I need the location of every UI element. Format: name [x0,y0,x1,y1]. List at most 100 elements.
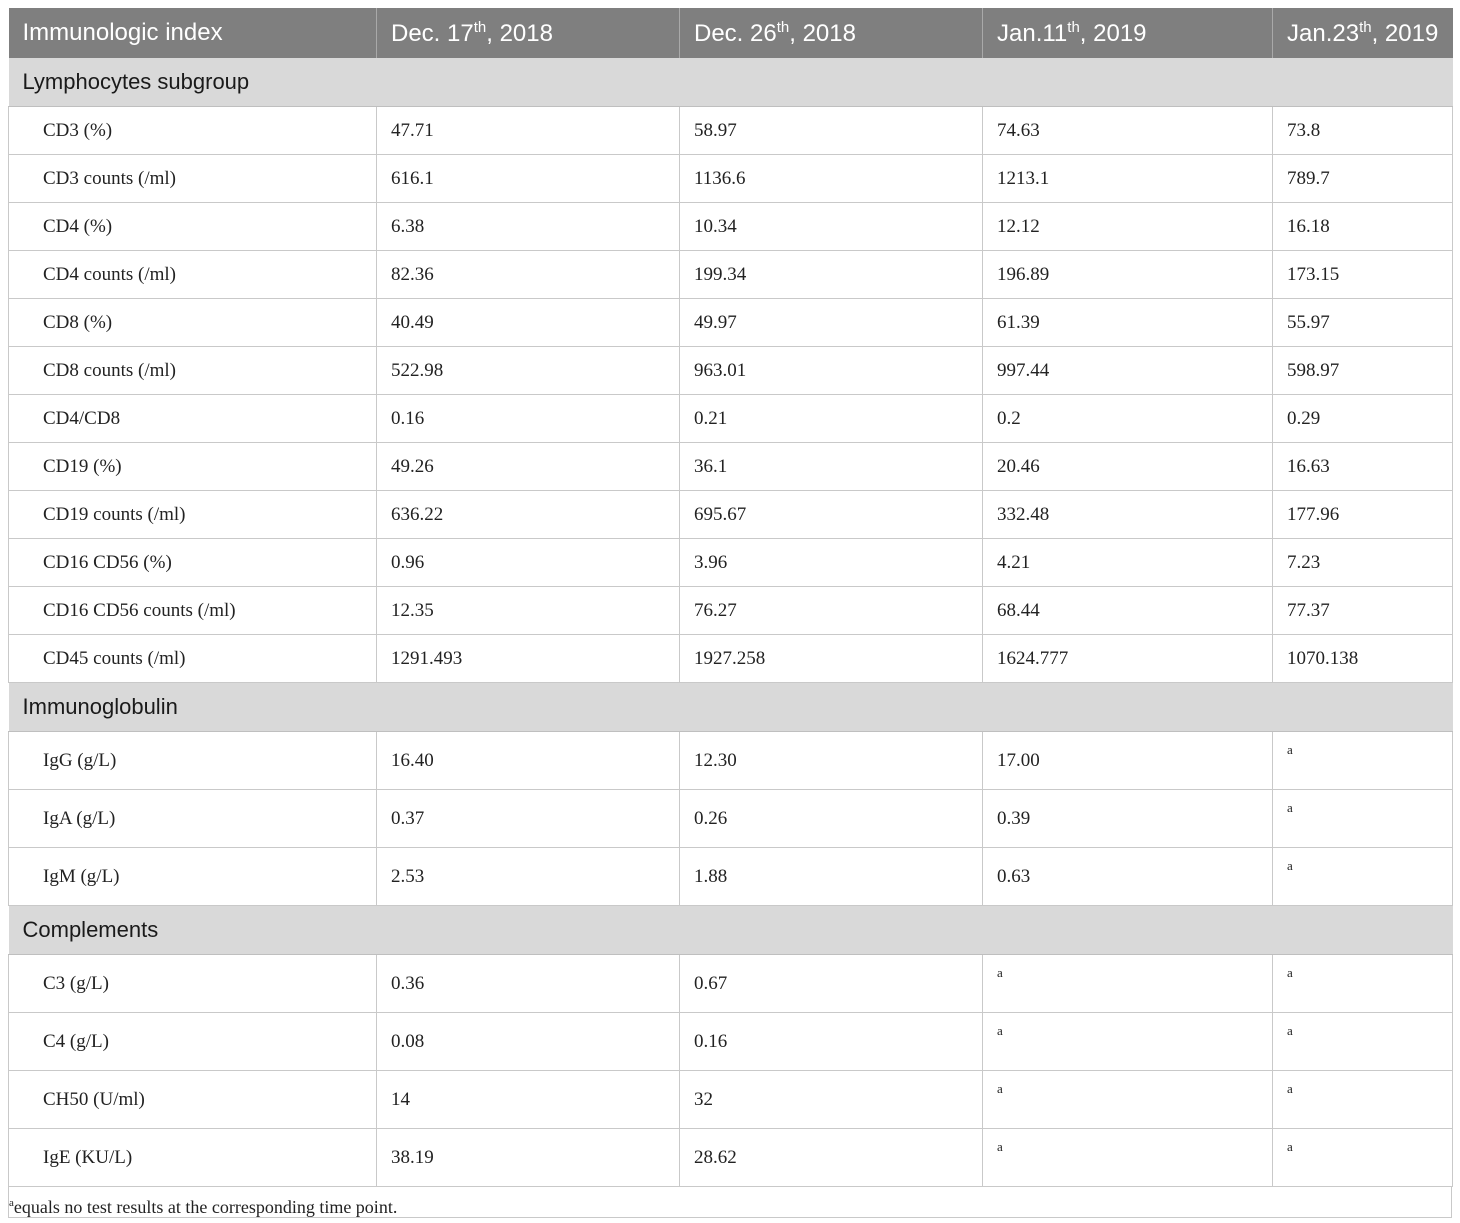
value-cell: 0.26 [679,789,983,848]
value-cell: 1927.258 [679,634,983,683]
value-cell: 49.26 [376,442,680,491]
value-cell: 636.22 [376,490,680,539]
value-cell: 199.34 [679,250,983,299]
value-cell: 1.88 [679,847,983,906]
index-name-cell: CD19 counts (/ml) [8,490,377,539]
value-cell: a [1272,954,1453,1013]
value-cell: 4.21 [982,538,1273,587]
index-name-cell: IgA (g/L) [8,789,377,848]
section-title: Lymphocytes subgroup [8,58,1453,107]
immunologic-index-table: Immunologic index Dec. 17th, 2018 Dec. 2… [8,8,1453,1187]
value-cell: 0.16 [376,394,680,443]
value-cell: 12.30 [679,731,983,790]
value-cell: 16.18 [1272,202,1453,251]
value-cell: 177.96 [1272,490,1453,539]
value-cell: 49.97 [679,298,983,347]
table-row: CD3 (%) 47.71 58.97 74.63 73.8 [8,106,1453,155]
table-row: CD8 counts (/ml) 522.98 963.01 997.44 598.97 [8,346,1453,395]
value-cell: 36.1 [679,442,983,491]
index-name-cell: CD3 (%) [8,106,377,155]
table-row: CD4 counts (/ml) 82.36 199.34 196.89 173.15 [8,250,1453,299]
value-cell: 0.29 [1272,394,1453,443]
value-cell: 73.8 [1272,106,1453,155]
header-date-1: Dec. 17th, 2018 [376,8,680,58]
value-cell: 1624.777 [982,634,1273,683]
table-row: CD16 CD56 counts (/ml) 12.35 76.27 68.44 77.… [8,586,1453,635]
value-cell: 0.2 [982,394,1273,443]
value-cell: 76.27 [679,586,983,635]
index-name-cell: CD4 counts (/ml) [8,250,377,299]
table-row: CD16 CD56 (%) 0.96 3.96 4.21 7.23 [8,538,1453,587]
value-cell: 6.38 [376,202,680,251]
value-cell: 10.34 [679,202,983,251]
table-footnote: aequals no test results at the correspon… [8,1187,1452,1218]
value-cell: a [1272,847,1453,906]
value-cell: 0.08 [376,1012,680,1071]
section-title: Immunoglobulin [8,682,1453,732]
index-name-cell: CD8 counts (/ml) [8,346,377,395]
value-cell: 196.89 [982,250,1273,299]
value-cell: 332.48 [982,490,1273,539]
table-row: IgM (g/L) 2.53 1.88 0.63 a [8,847,1453,906]
value-cell: 1070.138 [1272,634,1453,683]
value-cell: 16.40 [376,731,680,790]
index-name-cell: CD19 (%) [8,442,377,491]
value-cell: 28.62 [679,1128,983,1187]
value-cell: 47.71 [376,106,680,155]
value-cell: a [1272,1012,1453,1071]
value-cell: 16.63 [1272,442,1453,491]
table-row: CD4/CD8 0.16 0.21 0.2 0.29 [8,394,1453,443]
index-name-cell: CH50 (U/ml) [8,1070,377,1129]
value-cell: 0.36 [376,954,680,1013]
value-cell: 0.67 [679,954,983,1013]
value-cell: 20.46 [982,442,1273,491]
value-cell: 61.39 [982,298,1273,347]
table-row: IgE (KU/L) 38.19 28.62 a a [8,1128,1453,1187]
value-cell: 0.96 [376,538,680,587]
value-cell: 0.16 [679,1012,983,1071]
section-title: Complements [8,905,1453,955]
index-name-cell: IgE (KU/L) [8,1128,377,1187]
section-header-row: Lymphocytes subgroup [8,58,1453,107]
index-name-cell: C4 (g/L) [8,1012,377,1071]
table-header: Immunologic index Dec. 17th, 2018 Dec. 2… [8,8,1453,58]
value-cell: 789.7 [1272,154,1453,203]
value-cell: 32 [679,1070,983,1129]
table-row: CD45 counts (/ml) 1291.493 1927.258 1624.77… [8,634,1453,683]
index-name-cell: C3 (g/L) [8,954,377,1013]
table-row: C3 (g/L) 0.36 0.67 a a [8,954,1453,1013]
value-cell: a [1272,1070,1453,1129]
index-name-cell: CD16 CD56 (%) [8,538,377,587]
value-cell: 74.63 [982,106,1273,155]
value-cell: 82.36 [376,250,680,299]
index-name-cell: IgG (g/L) [8,731,377,790]
section-header-row: Complements [8,905,1453,955]
index-name-cell: IgM (g/L) [8,847,377,906]
value-cell: 522.98 [376,346,680,395]
table-row: CD4 (%) 6.38 10.34 12.12 16.18 [8,202,1453,251]
value-cell: a [1272,731,1453,790]
table-row: C4 (g/L) 0.08 0.16 a a [8,1012,1453,1071]
table-row: CD19 counts (/ml) 636.22 695.67 332.48 177.9… [8,490,1453,539]
table-row: CD19 (%) 49.26 36.1 20.46 16.63 [8,442,1453,491]
table-row: CH50 (U/ml) 14 32 a a [8,1070,1453,1129]
value-cell: 997.44 [982,346,1273,395]
header-date-4: Jan.23th, 2019 [1272,8,1453,58]
value-cell: 1136.6 [679,154,983,203]
value-cell: 1213.1 [982,154,1273,203]
value-cell: a [982,1128,1273,1187]
value-cell: a [1272,789,1453,848]
value-cell: 77.37 [1272,586,1453,635]
table-body: Lymphocytes subgroup CD3 (%) 47.71 58.97 74.… [8,58,1453,1187]
section-header-row: Immunoglobulin [8,682,1453,732]
value-cell: 38.19 [376,1128,680,1187]
value-cell: a [982,1070,1273,1129]
value-cell: 173.15 [1272,250,1453,299]
index-name-cell: CD3 counts (/ml) [8,154,377,203]
table-row: IgG (g/L) 16.40 12.30 17.00 a [8,731,1453,790]
value-cell: 40.49 [376,298,680,347]
value-cell: 7.23 [1272,538,1453,587]
value-cell: 3.96 [679,538,983,587]
index-name-cell: CD16 CD56 counts (/ml) [8,586,377,635]
value-cell: 0.37 [376,789,680,848]
